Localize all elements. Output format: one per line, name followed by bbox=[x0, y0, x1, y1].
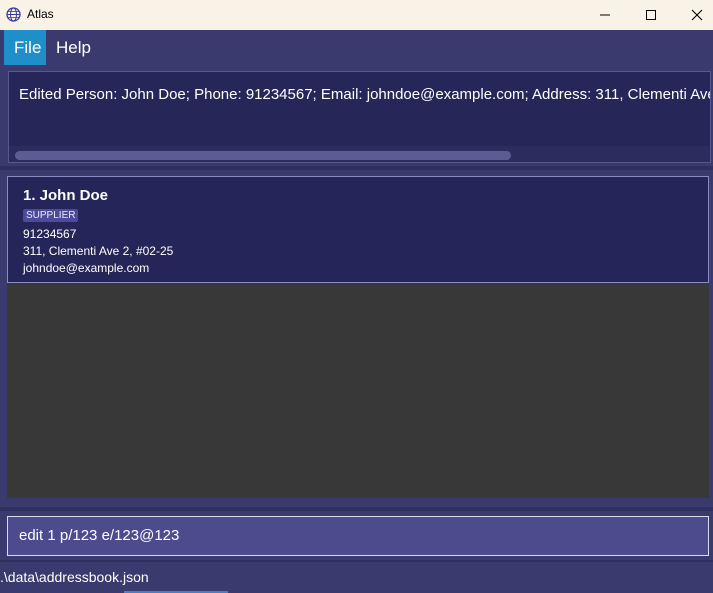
save-file-path: .\data\addressbook.json bbox=[0, 569, 149, 585]
window-title: Atlas bbox=[27, 7, 54, 21]
close-button[interactable] bbox=[674, 0, 713, 30]
tag-badge: SUPPLIER bbox=[23, 209, 79, 222]
panel-divider bbox=[0, 166, 713, 170]
title-bar: Atlas bbox=[0, 0, 713, 30]
scrollbar-thumb[interactable] bbox=[15, 151, 511, 160]
status-bar: .\data\addressbook.json bbox=[0, 562, 713, 593]
command-text: edit 1 p/123 e/123@123 bbox=[19, 527, 180, 544]
person-name: 1. John Doe bbox=[23, 187, 109, 204]
maximize-icon bbox=[646, 10, 656, 20]
minimize-button[interactable] bbox=[582, 0, 628, 30]
globe-icon bbox=[6, 7, 21, 22]
command-input[interactable]: edit 1 p/123 e/123@123 bbox=[7, 516, 709, 556]
menu-bar: File Help bbox=[0, 30, 713, 65]
person-email: johndoe@example.com bbox=[23, 261, 150, 275]
close-icon bbox=[691, 9, 703, 21]
maximize-button[interactable] bbox=[628, 0, 674, 30]
menu-help[interactable]: Help bbox=[46, 30, 101, 65]
panel-divider bbox=[0, 507, 713, 511]
minimize-icon bbox=[600, 14, 610, 16]
person-address: 311, Clementi Ave 2, #02-25 bbox=[23, 244, 174, 258]
result-display[interactable]: Edited Person: John Doe; Phone: 91234567… bbox=[8, 71, 711, 163]
result-text: Edited Person: John Doe; Phone: 91234567… bbox=[19, 86, 710, 103]
menu-file[interactable]: File bbox=[4, 30, 46, 65]
horizontal-scrollbar[interactable] bbox=[9, 146, 710, 162]
result-display-panel: Edited Person: John Doe; Phone: 91234567… bbox=[0, 65, 713, 164]
person-card[interactable]: 1. John Doe SUPPLIER 91234567 311, Cleme… bbox=[7, 176, 709, 283]
person-list: 1. John Doe SUPPLIER 91234567 311, Cleme… bbox=[7, 176, 709, 498]
person-phone: 91234567 bbox=[23, 227, 77, 241]
